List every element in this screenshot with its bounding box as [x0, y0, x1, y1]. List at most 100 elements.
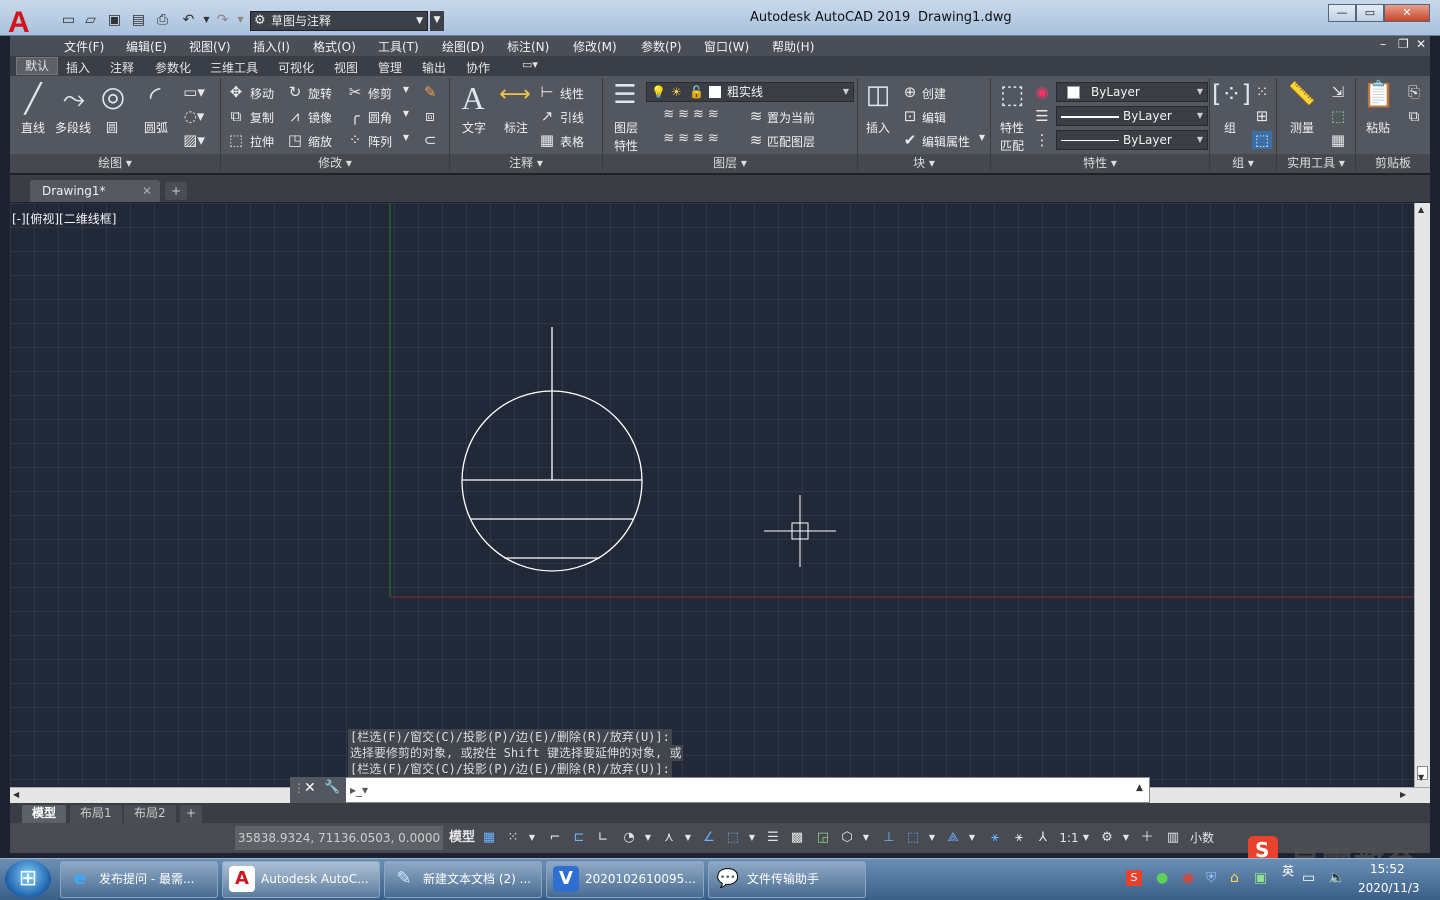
color-select[interactable]: ByLayer ▼: [1056, 82, 1208, 102]
vertical-scrollbar[interactable]: ▲ ▼: [1414, 203, 1430, 787]
save-icon[interactable]: ▣: [106, 12, 123, 28]
save-as-icon[interactable]: ▤: [130, 12, 147, 28]
scale-button[interactable]: 缩放: [308, 133, 332, 150]
taskbar-item-video[interactable]: V 2020102610095...: [546, 861, 704, 898]
redo-dropdown-icon[interactable]: ▼: [232, 12, 249, 28]
menu-edit[interactable]: 编辑(E): [126, 38, 167, 55]
workspace-gear-icon[interactable]: ⚙: [1096, 828, 1118, 848]
polar-dropdown-icon[interactable]: ▼: [642, 828, 654, 848]
menu-parametric[interactable]: 参数(P): [641, 38, 682, 55]
group-button[interactable]: 组: [1224, 119, 1236, 136]
linetype-select[interactable]: ByLayer ▼: [1056, 130, 1208, 150]
undo-icon[interactable]: ↶: [180, 12, 197, 28]
boundary-icon[interactable]: ▨▾: [180, 131, 208, 149]
line-button[interactable]: 直线: [21, 119, 45, 136]
trim-button[interactable]: 修剪: [368, 85, 392, 102]
taskbar-item-browser[interactable]: e 发布提问 - 最需...: [60, 861, 218, 898]
object-snap-tracking-icon[interactable]: ∠: [698, 828, 720, 848]
paste-icon[interactable]: 📋: [1362, 80, 1396, 110]
tab-default[interactable]: 默认: [16, 57, 59, 75]
edit-attribute-button[interactable]: 编辑属性: [922, 133, 970, 150]
groups-panel-footer[interactable]: 组 ▾: [1210, 154, 1276, 173]
copy-button[interactable]: 复制: [250, 109, 274, 126]
doc-restore-icon[interactable]: ❐: [1398, 37, 1409, 51]
match-properties-label-2[interactable]: 匹配: [1000, 137, 1024, 154]
clipboard-panel-footer[interactable]: 剪贴板: [1356, 154, 1430, 173]
scale-dropdown-icon[interactable]: ▼: [1080, 828, 1092, 848]
taskbar-item-notepad[interactable]: ✎ 新建文本文档 (2) ...: [384, 861, 542, 898]
circle-button[interactable]: 圆: [106, 119, 118, 136]
explode-icon[interactable]: ⧈: [420, 107, 440, 125]
group-edit-icon[interactable]: ⊞: [1252, 107, 1272, 125]
command-history-toggle-icon[interactable]: ▲: [1136, 783, 1143, 793]
tab-annotate[interactable]: 注释: [110, 59, 134, 76]
viewport-controls[interactable]: [-][俯视][二维线框]: [12, 210, 116, 227]
new-tab-button[interactable]: +: [165, 182, 187, 200]
infer-constraints-icon[interactable]: ⌐: [544, 828, 566, 848]
fillet-dropdown-icon[interactable]: ▼: [400, 109, 412, 118]
object-snap-dropdown-icon[interactable]: ▼: [746, 828, 758, 848]
quick-select-icon[interactable]: ⇲: [1328, 83, 1348, 101]
snap-icon[interactable]: ⁙: [502, 828, 524, 848]
erase-icon[interactable]: ✎: [420, 83, 440, 101]
print-icon[interactable]: ⎙: [154, 12, 171, 28]
sogou-ime-icon[interactable]: S: [1126, 870, 1142, 886]
cut-icon[interactable]: ⎘: [1404, 83, 1424, 101]
properties-panel-footer[interactable]: 特性 ▾: [991, 154, 1209, 173]
text-icon[interactable]: A: [456, 80, 490, 117]
display-tray-icon[interactable]: ▭: [1302, 870, 1315, 886]
select-all-icon[interactable]: ⬚: [1328, 107, 1348, 125]
dynamic-ucs-icon[interactable]: ⊥: [878, 828, 900, 848]
file-tab-drawing1[interactable]: Drawing1* ✕: [30, 180, 160, 202]
menu-window[interactable]: 窗口(W): [704, 38, 749, 55]
hatch-icon[interactable]: ◌▾: [180, 107, 208, 125]
model-space-button[interactable]: 模型: [448, 828, 476, 848]
copy-clip-icon[interactable]: ⧉: [1404, 107, 1424, 125]
edit-attribute-dropdown-icon[interactable]: ▼: [976, 133, 988, 142]
trim-dropdown-icon[interactable]: ▼: [400, 85, 412, 94]
close-icon[interactable]: ✕: [142, 180, 152, 202]
tab-3d-tools[interactable]: 三维工具: [210, 59, 258, 76]
menu-view[interactable]: 视图(V): [189, 38, 231, 55]
doc-close-icon[interactable]: ✕: [1416, 37, 1426, 51]
measure-icon[interactable]: 📏: [1284, 82, 1320, 107]
annotation-visibility-icon[interactable]: ⚹: [984, 828, 1006, 848]
layer-state-icon[interactable]: ≋≋≋≋: [648, 131, 738, 146]
polyline-icon[interactable]: ⤳: [56, 82, 92, 116]
gizmo-dropdown-icon[interactable]: ▼: [966, 828, 978, 848]
measure-button[interactable]: 测量: [1290, 119, 1314, 136]
wechat-tray-icon[interactable]: ●: [1156, 870, 1168, 886]
ime-language[interactable]: 英: [1282, 862, 1294, 879]
annotation-scale-icon[interactable]: ⅄: [1032, 828, 1054, 848]
mirror-button[interactable]: 镜像: [308, 109, 332, 126]
group-select-icon[interactable]: ⬚: [1252, 131, 1272, 149]
lineweight-toggle-icon[interactable]: ☰: [762, 828, 784, 848]
tab-manage[interactable]: 管理: [378, 59, 402, 76]
command-input[interactable]: [346, 779, 1136, 801]
coordinates-readout[interactable]: 35838.9324, 71136.0503, 0.0000: [235, 826, 443, 850]
create-block-button[interactable]: 创建: [922, 85, 946, 102]
dynamic-input-icon[interactable]: ⊏: [568, 828, 590, 848]
clock-date[interactable]: 2020/11/3: [1358, 881, 1420, 895]
layer-tools-icon[interactable]: ≋≋≋≋: [648, 107, 738, 122]
layer-properties-label-2[interactable]: 特性: [614, 137, 638, 154]
layers-panel-footer[interactable]: 图层 ▾: [603, 154, 857, 173]
tab-parametric[interactable]: 参数化: [155, 59, 191, 76]
units-value[interactable]: 小数: [1186, 828, 1218, 848]
quick-access-customize-icon[interactable]: ▼: [430, 11, 444, 31]
weibo-tray-icon[interactable]: ◉: [1182, 870, 1194, 886]
ungroup-icon[interactable]: ⁙: [1252, 83, 1272, 101]
isodraft-dropdown-icon[interactable]: ▼: [682, 828, 694, 848]
dimension-icon[interactable]: ⟷: [498, 82, 532, 107]
grid-icon[interactable]: ▦: [478, 828, 500, 848]
layer-select[interactable]: 💡 ☀ 🔓 粗实线 ▼: [646, 82, 854, 102]
polar-tracking-icon[interactable]: ◔: [618, 828, 640, 848]
scroll-up-icon[interactable]: ▲: [1418, 205, 1424, 214]
match-properties-icon[interactable]: ⬚: [996, 80, 1028, 110]
fillet-button[interactable]: 圆角: [368, 109, 392, 126]
set-current-button[interactable]: 置为当前: [767, 109, 815, 126]
units-icon[interactable]: ▥: [1162, 828, 1184, 848]
3d-osnap-icon[interactable]: ⬡: [836, 828, 858, 848]
rectangle-icon[interactable]: ▭▾: [180, 83, 208, 101]
annotation-scale-value[interactable]: 1:1: [1056, 828, 1082, 848]
